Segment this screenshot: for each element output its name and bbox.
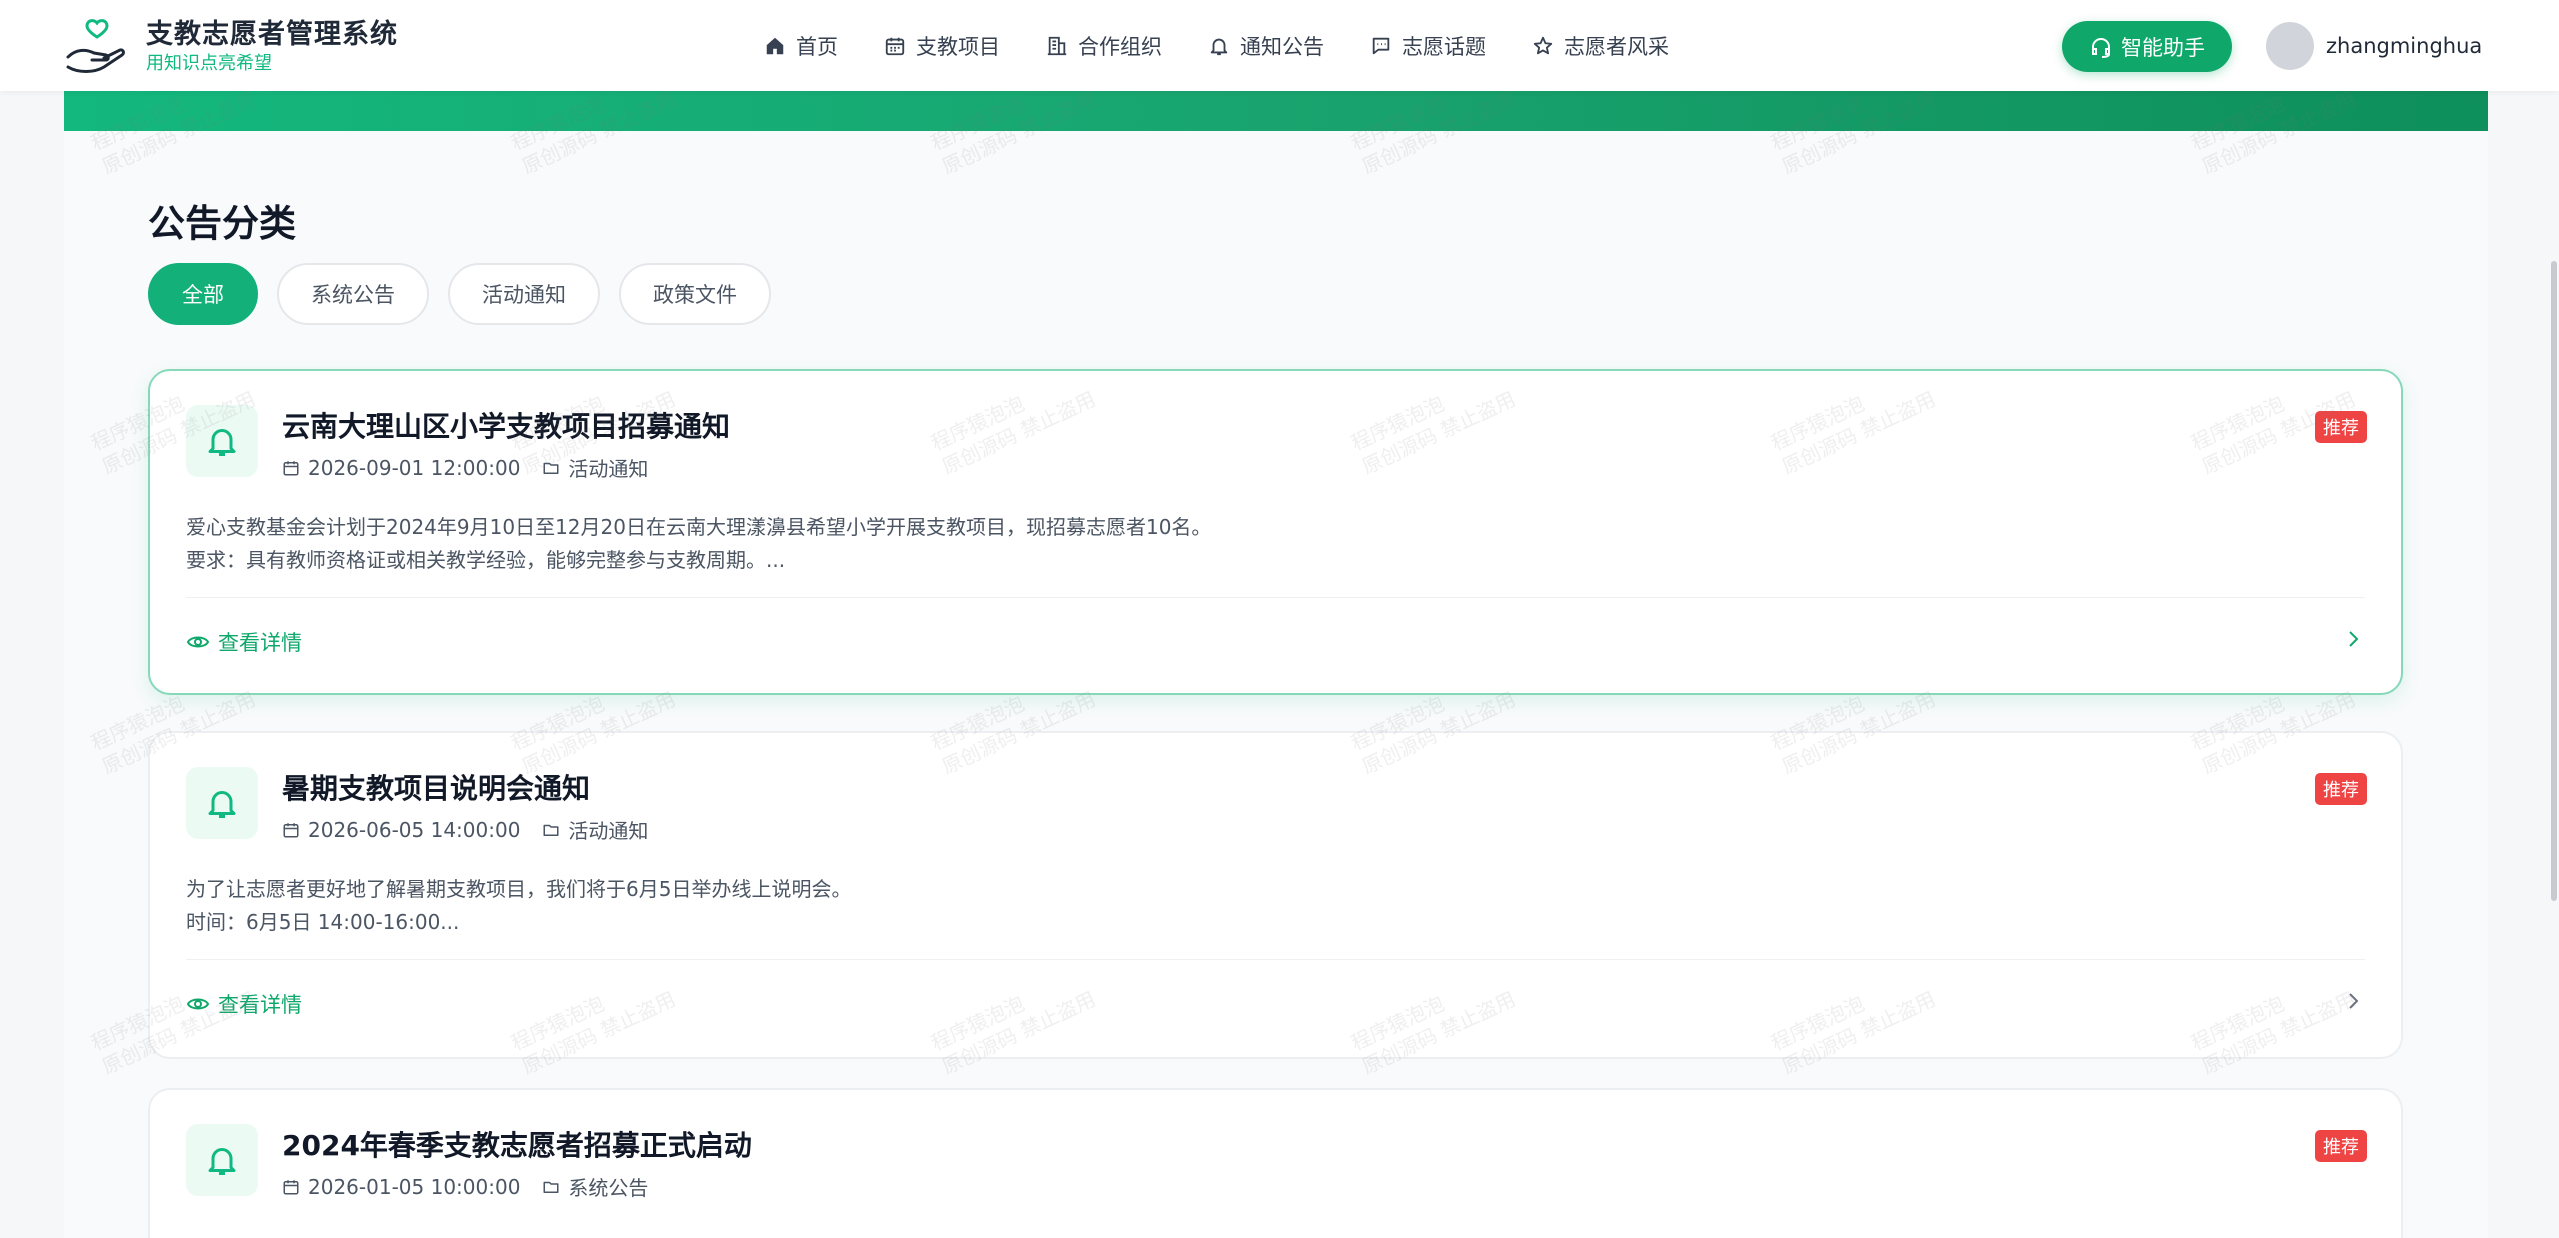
nav-projects-label: 支教项目 — [916, 34, 1000, 59]
eye-icon — [186, 998, 210, 1010]
view-details-link[interactable]: 查看详情 — [186, 627, 302, 657]
avatar[interactable] — [2266, 22, 2314, 70]
brand-subtitle: 用知识点亮希望 — [146, 53, 272, 74]
view-details-label: 查看详情 — [218, 993, 302, 1017]
calendar-icon — [283, 822, 299, 837]
bell-icon — [208, 429, 236, 456]
category-policy[interactable]: 政策文件 — [619, 263, 771, 325]
nav-notices-label: 通知公告 — [1240, 34, 1324, 59]
nav-showcase-label: 志愿者风采 — [1564, 34, 1669, 59]
bell-icon — [208, 1148, 236, 1175]
notice-summary-line: 时间：6月5日 14:00-16:00... — [186, 910, 460, 934]
notice-category: 活动通知 — [568, 457, 649, 481]
notice-title[interactable]: 2024年春季支教志愿者招募正式启动 — [282, 1124, 752, 1164]
folder-icon — [543, 1181, 559, 1193]
ai-assistant-label: 智能助手 — [2121, 35, 2205, 60]
folder-icon — [543, 824, 559, 836]
page-title: 公告分类 — [148, 202, 296, 245]
nav-notices[interactable]: 通知公告 — [1208, 31, 1324, 61]
notice-icon-box — [186, 405, 258, 477]
user-menu[interactable]: zhangminghua — [2266, 21, 2482, 71]
recommended-badge: 推荐 — [2315, 1130, 2367, 1162]
calendar-icon — [283, 460, 299, 475]
home-icon — [766, 37, 784, 54]
notice-card[interactable]: 2024年春季支教志愿者招募正式启动 2026-01-05 10:00:00 系… — [148, 1088, 2403, 1238]
notice-datetime: 2026-09-01 12:00:00 — [308, 455, 521, 480]
folder-icon — [543, 462, 559, 474]
chevron-right-icon[interactable] — [2341, 989, 2365, 1013]
view-details-link[interactable]: 查看详情 — [186, 989, 302, 1019]
divider — [186, 597, 2365, 598]
notice-title[interactable]: 暑期支教项目说明会通知 — [282, 767, 590, 807]
nav-home[interactable]: 首页 — [764, 31, 838, 61]
recommended-badge: 推荐 — [2315, 411, 2367, 443]
notice-meta: 2026-06-05 14:00:00 活动通知 — [282, 815, 648, 844]
notice-category: 活动通知 — [568, 819, 649, 843]
notice-summary: 爱心支教基金会计划于2024年9月10日至12月20日在云南大理漾濞县希望小学开… — [186, 511, 1211, 577]
chat-icon — [1372, 37, 1390, 54]
brand-title: 支教志愿者管理系统 — [146, 19, 398, 50]
category-system[interactable]: 系统公告 — [277, 263, 429, 325]
divider — [186, 959, 2365, 960]
notice-title[interactable]: 云南大理山区小学支教项目招募通知 — [282, 405, 730, 445]
building-icon — [1047, 36, 1067, 55]
nav-home-label: 首页 — [796, 34, 838, 59]
scrollbar-thumb[interactable] — [2551, 261, 2557, 901]
notice-card[interactable]: 云南大理山区小学支教项目招募通知 2026-09-01 12:00:00 活动通… — [148, 369, 2403, 695]
notice-datetime: 2026-06-05 14:00:00 — [308, 817, 521, 842]
notice-icon-box — [186, 1124, 258, 1196]
notice-summary-line: 爱心支教基金会计划于2024年9月10日至12月20日在云南大理漾濞县希望小学开… — [186, 515, 1212, 539]
top-header: 支教志愿者管理系统 用知识点亮希望 首页 支教项目 合作组织 通知公告 志愿话题… — [0, 0, 2559, 91]
view-details-label: 查看详情 — [218, 631, 302, 655]
notice-datetime: 2026-01-05 10:00:00 — [308, 1174, 521, 1199]
nav-organizations-label: 合作组织 — [1078, 34, 1162, 59]
notice-summary-line: 为了让志愿者更好地了解暑期支教项目，我们将于6月5日举办线上说明会。 — [186, 877, 852, 901]
heart-hand-icon — [66, 19, 125, 73]
nav-topics[interactable]: 志愿话题 — [1370, 31, 1486, 61]
calendar-icon — [283, 1179, 299, 1194]
calendar-icon — [885, 37, 905, 55]
nav-topics-label: 志愿话题 — [1402, 34, 1486, 59]
category-filter: 全部 系统公告 活动通知 政策文件 — [148, 263, 790, 325]
main-nav: 首页 支教项目 合作组织 通知公告 志愿话题 志愿者风采 — [764, 0, 1715, 91]
nav-showcase[interactable]: 志愿者风采 — [1532, 31, 1669, 61]
notice-card[interactable]: 暑期支教项目说明会通知 2026-06-05 14:00:00 活动通知 推荐 … — [148, 731, 2403, 1059]
category-all[interactable]: 全部 — [148, 263, 258, 325]
star-icon — [1533, 36, 1553, 54]
headset-icon — [2092, 37, 2110, 58]
page-scrollbar[interactable] — [2549, 91, 2559, 1238]
nav-organizations[interactable]: 合作组织 — [1046, 31, 1162, 61]
eye-icon — [186, 636, 210, 648]
notice-meta: 2026-01-05 10:00:00 系统公告 — [282, 1172, 648, 1201]
recommended-badge: 推荐 — [2315, 773, 2367, 805]
notice-summary-line: 要求：具有教师资格证或相关教学经验，能够完整参与支教周期。... — [186, 548, 786, 572]
notice-summary: 为了让志愿者更好地了解暑期支教项目，我们将于6月5日举办线上说明会。 时间：6月… — [186, 873, 851, 939]
notice-icon-box — [186, 767, 258, 839]
username: zhangminghua — [2326, 34, 2483, 58]
bell-icon — [208, 791, 236, 818]
nav-projects[interactable]: 支教项目 — [884, 31, 1000, 61]
bell-icon — [1210, 38, 1228, 55]
notice-meta: 2026-09-01 12:00:00 活动通知 — [282, 453, 648, 482]
notice-category: 系统公告 — [568, 1176, 649, 1200]
brand-logo[interactable]: 支教志愿者管理系统 用知识点亮希望 — [64, 18, 398, 76]
chevron-right-icon[interactable] — [2341, 627, 2365, 651]
category-activity[interactable]: 活动通知 — [448, 263, 600, 325]
ai-assistant-button[interactable]: 智能助手 — [2062, 21, 2232, 72]
green-banner — [64, 91, 2488, 131]
